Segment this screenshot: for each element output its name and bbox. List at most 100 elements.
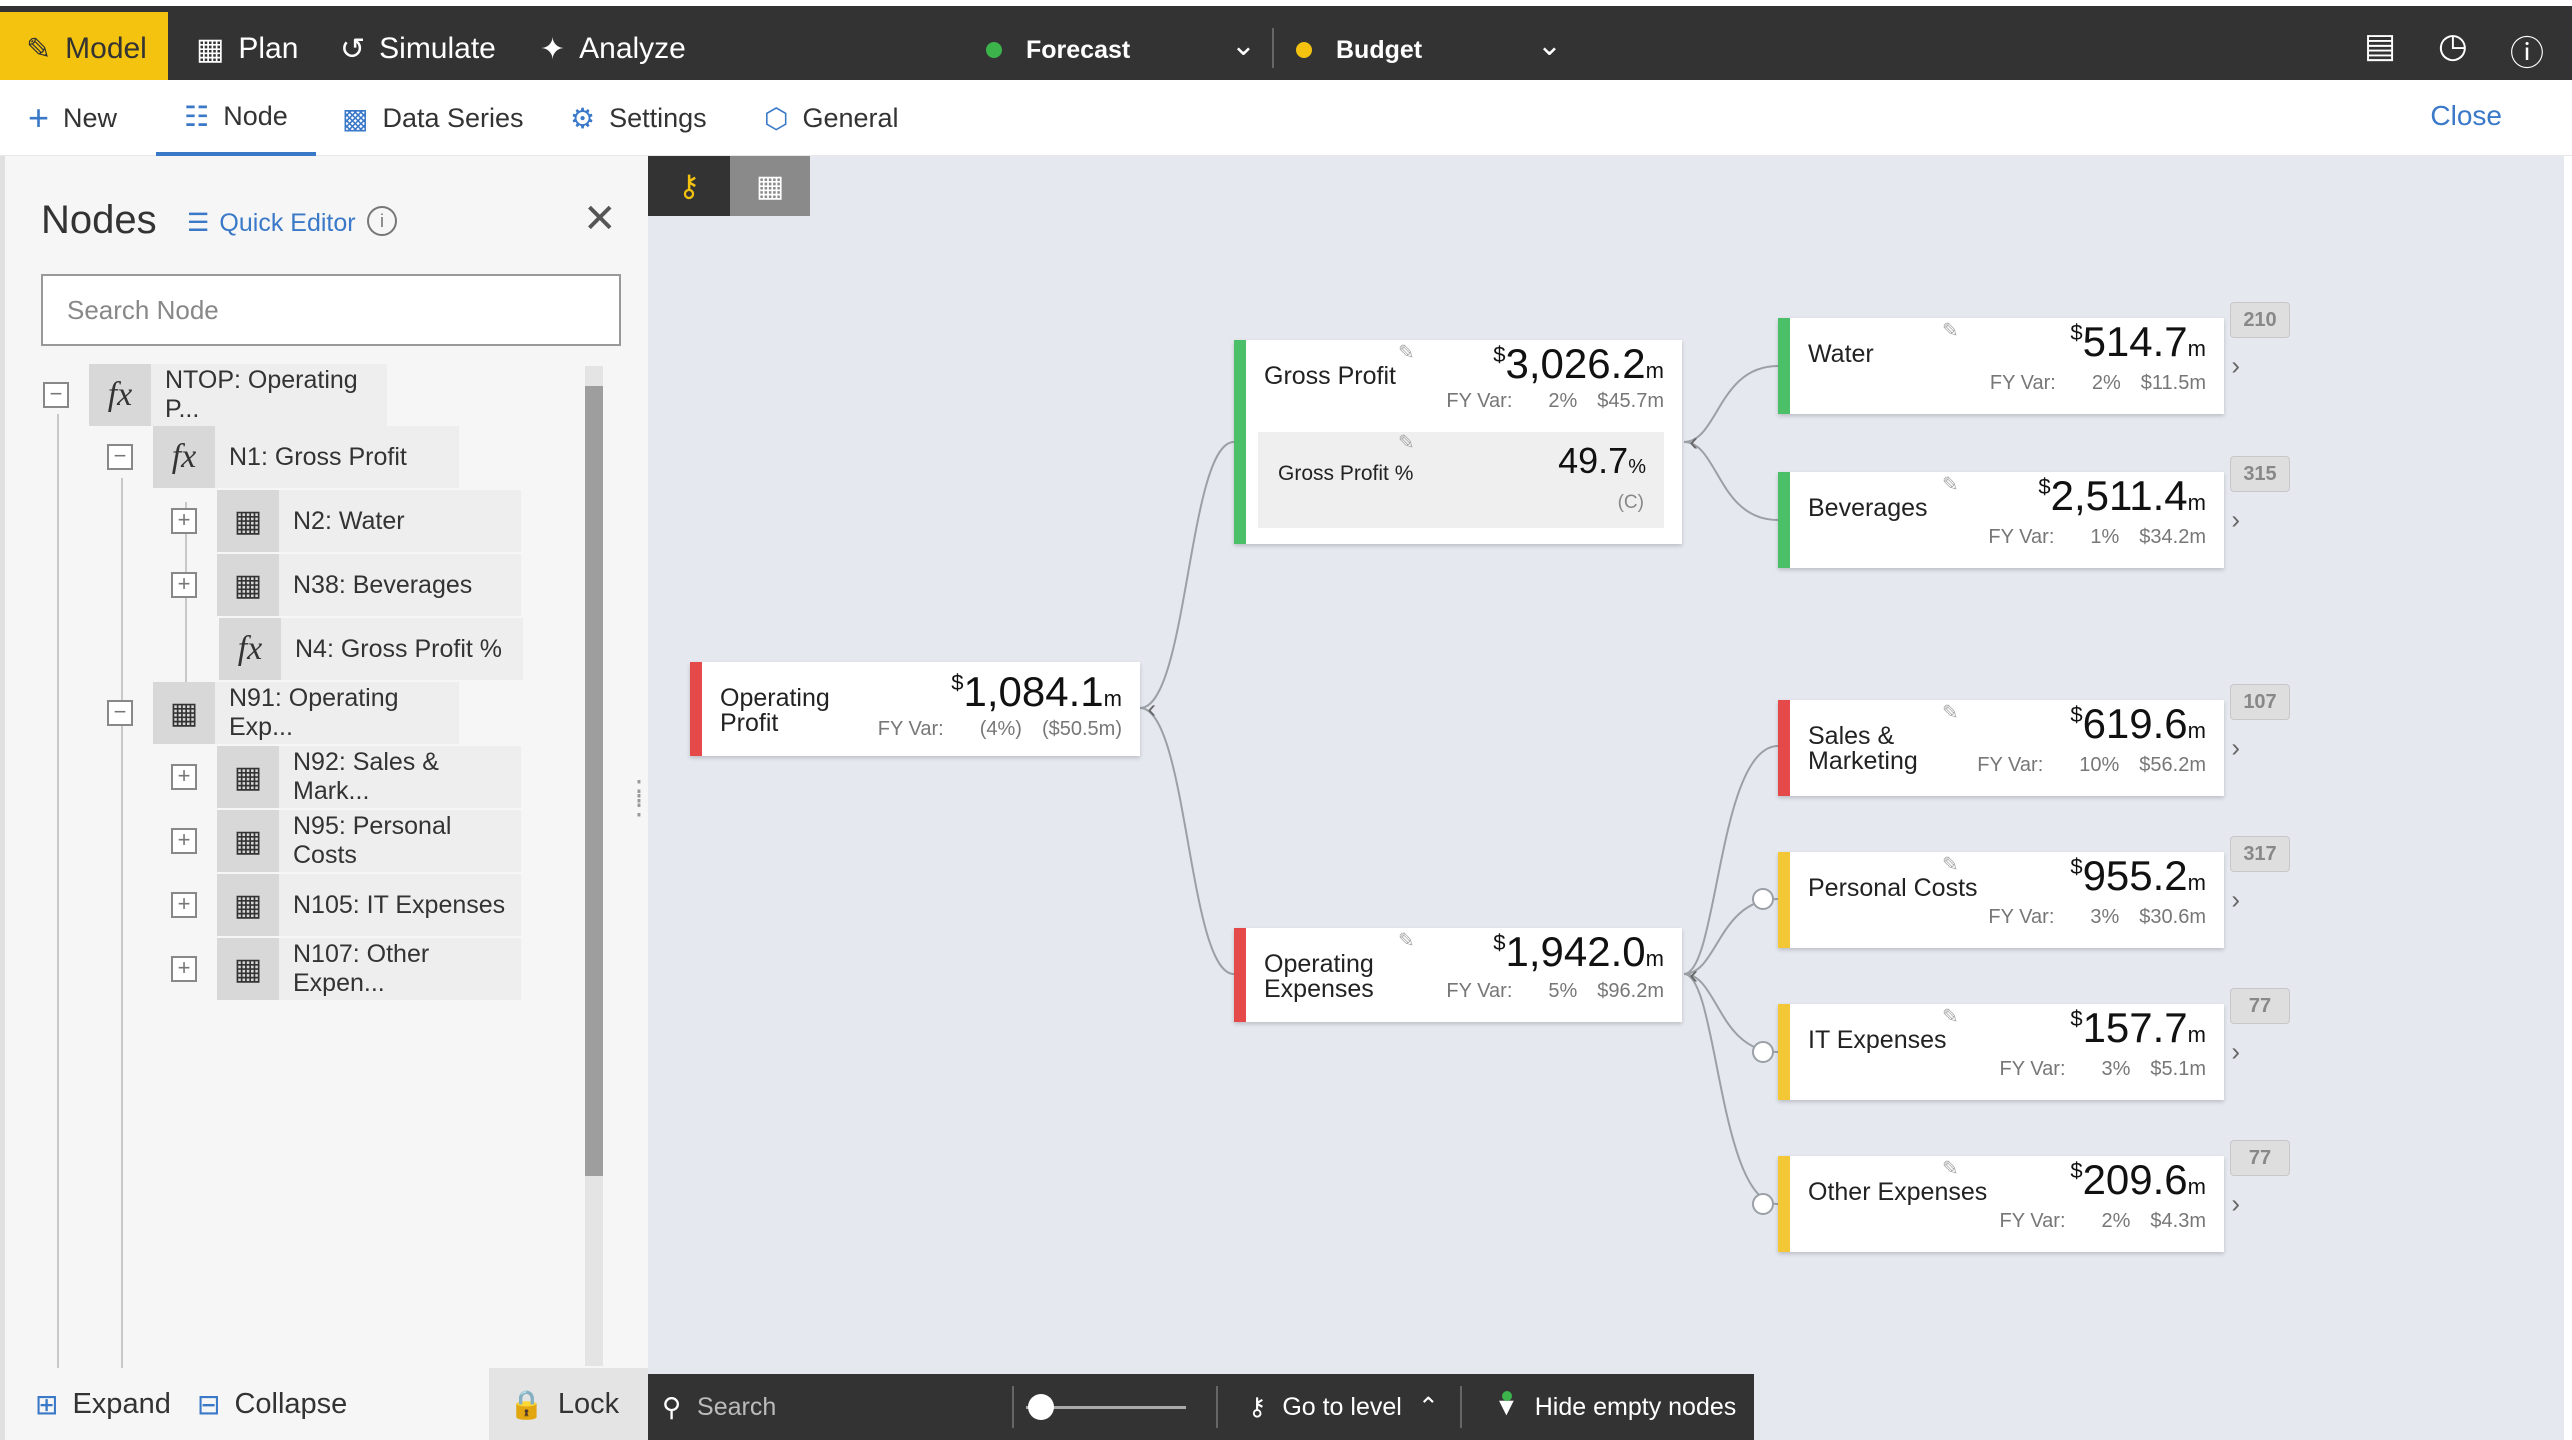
edit-pencil-icon[interactable]: ✎ (1942, 852, 1959, 877)
node-variance: FY Var: 3% $5.1m (1999, 1058, 2206, 1080)
comments-icon[interactable]: ▤ (2364, 26, 2396, 66)
collapse-toggle[interactable]: − (43, 382, 69, 408)
tree-node-n38[interactable]: + ▦ N38: Beverages (171, 554, 521, 616)
quick-editor-link[interactable]: ☰ Quick Editor (187, 208, 356, 238)
hide-empty-nodes-label: Hide empty nodes (1534, 1392, 1737, 1421)
expand-toggle[interactable]: + (171, 828, 197, 854)
scenario-forecast-selector[interactable]: Forecast ⌄ (986, 14, 1256, 86)
expand-toggle[interactable]: + (171, 956, 197, 982)
tree-node-label: N95: Personal Costs (279, 810, 521, 872)
expand-chevron-icon[interactable]: › (2231, 1037, 2240, 1068)
edit-pencil-icon[interactable]: ✎ (1942, 318, 1959, 343)
scrollbar-thumb[interactable] (585, 386, 603, 1176)
node-variance: FY Var: 1% $34.2m (1988, 526, 2206, 548)
add-node-icon (1752, 1193, 1774, 1215)
tab-settings[interactable]: ⚙ Settings (570, 80, 707, 156)
info-icon[interactable]: i (367, 206, 397, 236)
data-series-icon: ▦ (217, 810, 279, 872)
pencil-icon: ✎ (26, 32, 52, 66)
expand-button[interactable]: ⊞ Expand (35, 1368, 171, 1440)
subnode-calculated-flag: (C) (1617, 492, 1644, 513)
collapse-chevron-icon[interactable]: ‹ (1147, 694, 1156, 725)
tab-general-label: General (802, 102, 899, 133)
scenario-divider (1272, 28, 1274, 68)
tree-node-n105[interactable]: + ▦ N105: IT Expenses (171, 874, 521, 936)
collapse-button[interactable]: ⊟ Collapse (197, 1368, 347, 1440)
hide-empty-nodes-button[interactable]: ▼ Hide empty nodes (1494, 1374, 1736, 1440)
collapse-chevron-icon[interactable]: ‹ (1689, 960, 1698, 991)
node-it-expenses[interactable]: IT Expenses ✎ $157.7m FY Var: 3% $5.1m › (1778, 1004, 2240, 1100)
expand-chevron-icon[interactable]: › (2231, 733, 2240, 764)
edit-pencil-icon[interactable]: ✎ (1398, 928, 1415, 953)
edit-pencil-icon[interactable]: ✎ (1942, 1004, 1959, 1029)
hierarchy-icon: ⚷ (1248, 1393, 1267, 1421)
expand-toggle[interactable]: + (171, 764, 197, 790)
tree-node-n91[interactable]: − ▦ N91: Operating Exp... (107, 682, 459, 744)
tab-analyze[interactable]: ✦ Analyze (540, 12, 686, 86)
edit-pencil-icon[interactable]: ✎ (1942, 472, 1959, 497)
tree-node-n2[interactable]: + ▦ N2: Water (171, 490, 521, 552)
tab-plan[interactable]: ▦ Plan (196, 12, 298, 86)
node-operating-expenses[interactable]: Operating Expenses ✎ $1,942.0m FY Var: 5%… (1234, 928, 1698, 1022)
edit-pencil-icon[interactable]: ✎ (1942, 700, 1959, 725)
node-operating-profit[interactable]: Operating Profit $1,084.1m FY Var: (4%) ($… (690, 662, 1156, 756)
tree-node-n95[interactable]: + ▦ N95: Personal Costs (171, 810, 521, 872)
expand-chevron-icon[interactable]: › (2231, 505, 2240, 536)
tab-data-series[interactable]: ▩ Data Series (342, 80, 524, 156)
collapse-toggle[interactable]: − (107, 700, 133, 726)
tree-node-n4[interactable]: fx N4: Gross Profit % (219, 618, 523, 680)
node-value: $514.7m (2070, 318, 2206, 365)
tree-node-n92[interactable]: + ▦ N92: Sales & Mark... (171, 746, 521, 808)
lock-button[interactable]: 🔒 Lock (489, 1368, 649, 1440)
collapse-chevron-icon[interactable]: ‹ (1689, 427, 1698, 458)
help-icon[interactable]: ⓘ (2510, 26, 2544, 75)
close-icon[interactable]: ✕ (583, 196, 617, 242)
node-sales-marketing[interactable]: Sales & Marketing ✎ $619.6m FY Var: 10% $5… (1778, 700, 2240, 796)
canvas-search[interactable]: ⚲ Search (662, 1374, 776, 1440)
quick-editor-label: Quick Editor (219, 208, 356, 237)
search-node-input[interactable] (41, 274, 621, 346)
subnode-gross-profit-pct[interactable]: Gross Profit % ✎ 49.7% (C) (1258, 432, 1664, 528)
toolbar-divider (1216, 1386, 1218, 1428)
tab-simulate[interactable]: ↺ Simulate (340, 12, 496, 86)
new-button[interactable]: + New (28, 80, 117, 156)
top-navigation-bar: ✎ Model ▦ Plan ↺ Simulate ✦ Analyze Fore… (0, 0, 2572, 86)
node-gross-profit[interactable]: Gross Profit ✎ $3,026.2m FY Var: 2% $45.7m… (1234, 340, 1698, 544)
edit-pencil-icon[interactable]: ✎ (1398, 430, 1415, 455)
tab-general[interactable]: ⬡ General (764, 80, 899, 156)
tab-node[interactable]: ☷ Node (156, 80, 316, 156)
tree-node-ntop[interactable]: − fx NTOP: Operating P... (43, 364, 387, 426)
node-personal-costs[interactable]: Personal Costs ✎ $955.2m FY Var: 3% $30.6m… (1778, 852, 2240, 948)
tree-canvas[interactable]: ⚷ ▦ Operating Profit $1,084.1m FY Var: (… (648, 156, 2564, 1440)
go-to-level-button[interactable]: ⚷ Go to level ⌃ (1248, 1374, 1439, 1440)
data-series-icon: ▦ (217, 938, 279, 1000)
scenario-budget-selector[interactable]: Budget ⌄ (1296, 14, 1562, 86)
node-other-expenses[interactable]: Other Expenses ✎ $209.6m FY Var: 2% $4.3m … (1778, 1156, 2240, 1252)
expand-toggle[interactable]: + (171, 892, 197, 918)
expand-toggle[interactable]: + (171, 572, 197, 598)
zoom-slider-thumb[interactable] (1028, 1394, 1054, 1420)
history-icon[interactable]: ◷ (2438, 26, 2468, 66)
node-water[interactable]: Water ✎ $514.7m FY Var: 2% $11.5m › (1778, 318, 2240, 414)
data-series-icon: ▦ (217, 490, 279, 552)
expand-chevron-icon[interactable]: › (2231, 1189, 2240, 1220)
expand-chevron-icon[interactable]: › (2231, 885, 2240, 916)
edit-pencil-icon[interactable]: ✎ (1398, 340, 1415, 365)
tree-node-n1[interactable]: − fx N1: Gross Profit (107, 426, 459, 488)
collapse-toggle[interactable]: − (107, 444, 133, 470)
node-value: $2,511.4m (2038, 472, 2206, 519)
tab-model[interactable]: ✎ Model (0, 12, 168, 86)
node-variance: FY Var: (4%) ($50.5m) (877, 718, 1122, 740)
bottom-toolbar: ⚲ Search ⚷ Go to level ⌃ ▼ Hide empty no… (648, 1374, 1754, 1440)
edit-pencil-icon[interactable]: ✎ (1942, 1156, 1959, 1181)
close-button[interactable]: Close (2430, 100, 2502, 132)
plus-icon: + (28, 97, 50, 138)
node-variance: FY Var: 5% $96.2m (1446, 980, 1664, 1002)
tree-node-n107[interactable]: + ▦ N107: Other Expen... (171, 938, 521, 1000)
expand-toggle[interactable]: + (171, 508, 197, 534)
node-name: Other Expenses (1808, 1178, 1988, 1206)
expand-chevron-icon[interactable]: › (2231, 351, 2240, 382)
node-beverages[interactable]: Beverages ✎ $2,511.4m FY Var: 1% $34.2m › (1778, 472, 2240, 568)
connector-gp-water (1683, 365, 1779, 443)
data-series-icon: ▦ (217, 746, 279, 808)
